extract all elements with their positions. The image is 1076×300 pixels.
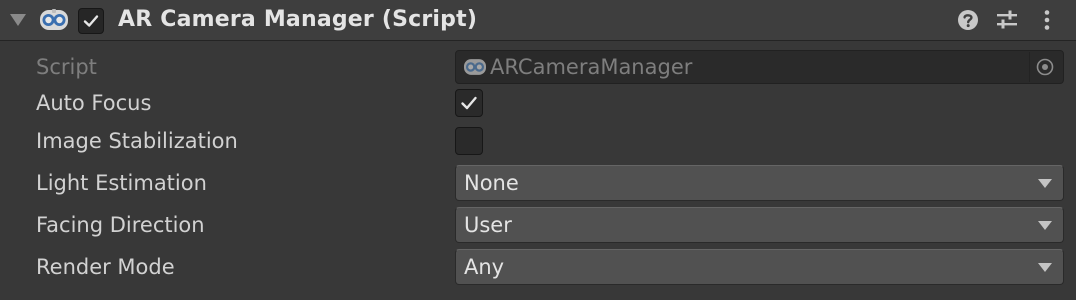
checkmark-icon [461, 96, 477, 110]
light-estimation-label: Light Estimation [36, 171, 207, 195]
component-enabled-toggle[interactable] [78, 8, 104, 34]
render-mode-value: Any [464, 255, 505, 279]
script-object-value: ARCameraManager [490, 55, 693, 79]
auto-focus-checkbox[interactable] [455, 89, 483, 117]
image-stabilization-label: Image Stabilization [36, 129, 238, 153]
auto-focus-label: Auto Focus [36, 91, 152, 115]
kebab-menu-icon[interactable] [1036, 9, 1058, 31]
dropdown-arrow-icon [1038, 221, 1052, 230]
script-object-field[interactable]: ARCameraManager [455, 50, 1064, 84]
presets-icon[interactable] [996, 9, 1018, 31]
script-icon [464, 59, 486, 75]
facing-direction-label: Facing Direction [36, 213, 205, 237]
render-mode-label: Render Mode [36, 255, 175, 279]
object-picker-icon [1036, 58, 1054, 76]
component-title: AR Camera Manager (Script) [118, 7, 478, 32]
foldout-expanded-icon[interactable] [10, 14, 26, 26]
render-mode-dropdown[interactable]: Any [455, 249, 1064, 285]
light-estimation-value: None [464, 171, 519, 195]
light-estimation-dropdown[interactable]: None [455, 165, 1064, 201]
dropdown-arrow-icon [1038, 179, 1052, 188]
checkmark-icon [83, 15, 99, 27]
facing-direction-dropdown[interactable]: User [455, 207, 1064, 243]
help-icon[interactable] [957, 9, 979, 31]
dropdown-arrow-icon [1038, 263, 1052, 272]
script-icon [40, 9, 68, 30]
component-header[interactable]: AR Camera Manager (Script) [0, 0, 1076, 41]
object-picker-button[interactable] [1029, 52, 1059, 82]
facing-direction-value: User [464, 213, 512, 237]
image-stabilization-checkbox[interactable] [455, 127, 483, 155]
script-label: Script [36, 55, 97, 79]
ar-camera-manager-component: AR Camera Manager (Script) Script ARCame… [0, 0, 1076, 300]
